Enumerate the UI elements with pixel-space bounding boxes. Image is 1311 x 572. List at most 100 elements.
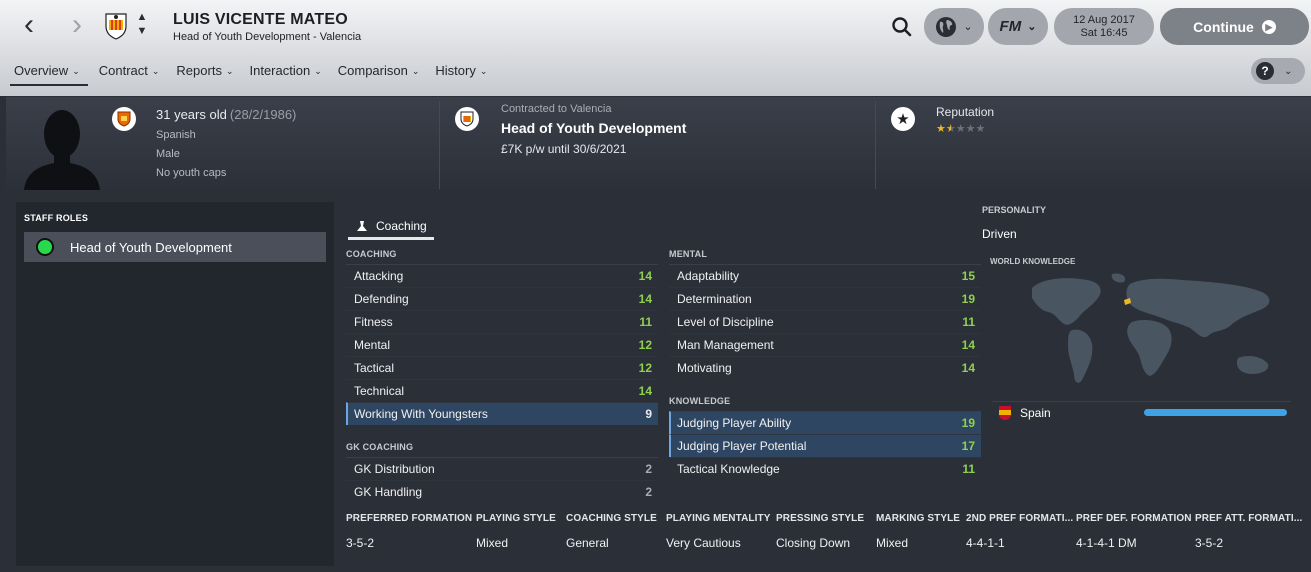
- search-icon[interactable]: [889, 14, 915, 40]
- globe-menu-button[interactable]: ⌄: [924, 8, 984, 45]
- tab-overview[interactable]: Overview ⌄: [10, 58, 88, 86]
- current-time: Sat 16:45: [1080, 26, 1128, 39]
- tactic-item: PRESSING STYLE Closing Down: [776, 513, 864, 550]
- chevron-down-icon: ⌄: [151, 66, 160, 76]
- star-icon: ★: [975, 123, 986, 135]
- forward-arrow-icon[interactable]: ›: [62, 10, 92, 42]
- tab-history[interactable]: History ⌄: [435, 58, 487, 86]
- chevron-down-icon: ⌄: [963, 21, 973, 33]
- contract-details: Contracted to Valencia Head of Youth Dev…: [501, 103, 686, 156]
- star-icon: ★: [955, 123, 966, 135]
- tab-contract[interactable]: Contract ⌄: [99, 58, 160, 86]
- attribute-value: 14: [638, 384, 652, 398]
- attribute-row[interactable]: Adaptability 15: [669, 264, 981, 287]
- club-crest-icon: [455, 107, 479, 131]
- tab-interaction[interactable]: Interaction ⌄: [250, 58, 322, 86]
- coaching-list: Attacking 14 Defending 14 Fitness 11 Mental 12 T…: [346, 264, 658, 425]
- world-knowledge-row[interactable]: Spain: [992, 401, 1291, 423]
- attribute-name: Fitness: [354, 315, 393, 329]
- personal-details: 31 years old (28/2/1986) Spanish Male No…: [156, 105, 296, 183]
- attribute-name: Attacking: [354, 269, 404, 283]
- fm-menu-button[interactable]: FM ⌄: [988, 8, 1048, 45]
- attribute-value: 14: [638, 292, 652, 306]
- continue-button[interactable]: Continue ▶: [1160, 8, 1309, 45]
- attributes-panel: Coaching COACHING Attacking 14 Defending 14…: [336, 202, 1311, 566]
- role-label: Head of Youth Development: [70, 239, 232, 255]
- attribute-value: 19: [961, 416, 975, 430]
- tactic-value: Mixed: [476, 536, 509, 550]
- tactic-label: PREF DEF. FORMATION: [1076, 513, 1192, 524]
- reputation-stars: ★★★★★: [936, 122, 994, 135]
- staff-role-item[interactable]: Head of Youth Development: [24, 232, 326, 262]
- tab-label: Contract: [98, 63, 148, 78]
- attribute-name: GK Handling: [354, 485, 423, 499]
- attribute-row[interactable]: Motivating 14: [669, 356, 981, 379]
- attribute-row[interactable]: Technical 14: [346, 379, 658, 402]
- attribute-name: Determination: [677, 292, 752, 306]
- attribute-row[interactable]: Tactical Knowledge 11: [669, 457, 981, 480]
- person-switch-arrows[interactable]: ▲ ▼: [135, 10, 149, 42]
- tab-label: Reports: [176, 63, 222, 78]
- attribute-value: 11: [639, 315, 652, 329]
- club-crest-icon[interactable]: [104, 12, 128, 40]
- attribute-row[interactable]: Judging Player Ability 19: [669, 411, 981, 434]
- chevron-down-icon: ⌄: [225, 66, 234, 76]
- contracted-to: Contracted to Valencia: [501, 103, 612, 115]
- attribute-name: Defending: [354, 292, 409, 306]
- attribute-row[interactable]: Tactical 12: [346, 356, 658, 379]
- tab-reports[interactable]: Reports ⌄: [176, 58, 233, 86]
- attribute-row[interactable]: Attacking 14: [346, 264, 658, 287]
- tactic-item: COACHING STYLE General: [566, 513, 657, 550]
- chevron-down-icon: ⌄: [72, 66, 80, 76]
- attribute-value: 15: [961, 269, 975, 283]
- date-time-button[interactable]: 12 Aug 2017 Sat 16:45: [1054, 8, 1154, 45]
- tactic-value: Mixed: [876, 536, 909, 550]
- staff-roles-title: STAFF ROLES: [24, 213, 89, 223]
- tactic-label: PREF ATT. FORMATI...: [1195, 513, 1303, 524]
- attribute-name: Adaptability: [677, 269, 740, 283]
- tab-comparison[interactable]: Comparison ⌄: [338, 58, 420, 86]
- age-text: 31 years old: [156, 107, 227, 122]
- star-icon: ★: [965, 123, 976, 135]
- attribute-row[interactable]: Man Management 14: [669, 333, 981, 356]
- knowledge-title: KNOWLEDGE: [669, 396, 731, 406]
- chevron-down-icon: ⌄: [411, 66, 420, 76]
- attribute-row[interactable]: Level of Discipline 11: [669, 310, 981, 333]
- help-button[interactable]: ? ⌄: [1251, 58, 1305, 84]
- tab-coaching[interactable]: Coaching: [348, 214, 434, 240]
- tactic-label: 2ND PREF FORMATI...: [966, 513, 1074, 524]
- staff-roles-panel: STAFF ROLES Head of Youth Development: [16, 202, 334, 566]
- tactic-item: PREFERRED FORMATION 3-5-2: [346, 513, 472, 550]
- tactic-label: MARKING STYLE: [876, 513, 961, 524]
- attribute-value: 11: [962, 462, 975, 476]
- gk-coaching-list: GK Distribution 2 GK Handling 2: [346, 457, 658, 503]
- back-arrow-icon[interactable]: ‹: [14, 10, 44, 42]
- attribute-row[interactable]: GK Distribution 2: [346, 457, 658, 480]
- spain-flag-icon: [999, 405, 1011, 420]
- attribute-row[interactable]: Fitness 11: [346, 310, 658, 333]
- knowledge-bar-fill: [1144, 409, 1287, 416]
- mental-title: MENTAL: [669, 249, 708, 259]
- tactic-item: 2ND PREF FORMATI... 4-4-1-1: [966, 513, 1073, 550]
- attribute-row[interactable]: Defending 14: [346, 287, 658, 310]
- tactic-label: PLAYING STYLE: [476, 513, 556, 524]
- tactic-label: PREFERRED FORMATION: [346, 513, 473, 524]
- attribute-row[interactable]: Mental 12: [346, 333, 658, 356]
- star-icon: ★: [936, 123, 946, 135]
- tactic-value: 3-5-2: [1195, 536, 1224, 550]
- top-bar: ‹ › ▲ ▼ LUIS VICENTE MATEO Head of Youth …: [0, 0, 1311, 96]
- attribute-row[interactable]: GK Handling 2: [346, 480, 658, 503]
- reputation: Reputation ★★★★★: [936, 105, 994, 135]
- attribute-name: Working With Youngsters: [354, 407, 488, 421]
- whistle-icon: [357, 220, 367, 231]
- tactic-item: PLAYING MENTALITY Very Cautious: [666, 513, 770, 550]
- attribute-row[interactable]: Determination 19: [669, 287, 981, 310]
- attribute-row[interactable]: Judging Player Potential 17: [669, 434, 981, 457]
- attribute-name: Tactical Knowledge: [677, 462, 780, 476]
- tactic-item: PREF DEF. FORMATION 4-1-4-1 DM: [1076, 513, 1192, 550]
- attribute-row[interactable]: Working With Youngsters 9: [346, 402, 658, 425]
- personality-value: Driven: [982, 227, 1017, 241]
- attribute-name: Level of Discipline: [677, 315, 774, 329]
- personality-label: PERSONALITY: [982, 205, 1047, 215]
- attribute-name: Man Management: [677, 338, 774, 352]
